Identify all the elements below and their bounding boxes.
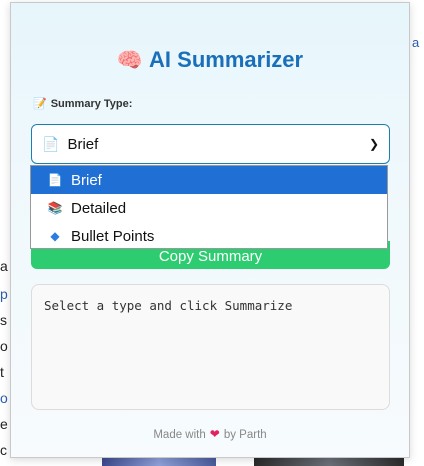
bg-text: o [0, 390, 8, 406]
bg-image [102, 458, 216, 466]
selected-value: Brief [67, 135, 99, 153]
bg-image [254, 458, 404, 466]
title-text: AI Summarizer [149, 47, 304, 72]
document-icon: 📄 [42, 135, 60, 152]
heart-icon: ❤ [209, 427, 220, 441]
option-bullet-points[interactable]: ◆ Bullet Points [31, 222, 387, 250]
background-images [98, 458, 418, 466]
summary-type-select[interactable]: 📄 Brief ❯ [31, 124, 390, 164]
bg-text: c [0, 442, 7, 458]
output-text: Select a type and click Summarize [44, 298, 293, 313]
option-label: Detailed [71, 199, 127, 217]
summary-type-dropdown: 📄 Brief 📚 Detailed ◆ Bullet Points [30, 165, 388, 249]
background-page-left: a p s o t o e c [0, 0, 10, 466]
summary-output[interactable]: Select a type and click Summarize [31, 284, 390, 410]
page-title: 🧠 AI Summarizer [11, 47, 409, 73]
copy-button-label: Copy Summary [158, 248, 263, 265]
bg-text: a [0, 258, 8, 274]
option-label: Brief [71, 171, 102, 189]
books-icon: 📚 [47, 201, 63, 215]
bg-text: s [0, 312, 7, 328]
background-page-right: a [412, 0, 424, 466]
footer-prefix: Made with [153, 429, 206, 441]
bg-text: e [0, 416, 8, 432]
option-label: Bullet Points [71, 227, 155, 245]
document-icon: 📄 [47, 173, 63, 187]
blue-diamond-icon: ◆ [50, 229, 60, 243]
summary-type-label-text: Summary Type: [50, 98, 133, 110]
summary-type-label: 📝 Summary Type: [33, 97, 132, 110]
chevron-down-icon: ❯ [368, 137, 379, 151]
option-detailed[interactable]: 📚 Detailed [31, 194, 387, 222]
footer: Made with ❤ by Parth [11, 427, 409, 441]
bg-text: p [0, 286, 8, 302]
pencil-icon: 📝 [33, 98, 47, 110]
bg-text: t [0, 364, 4, 380]
option-brief[interactable]: 📄 Brief [31, 166, 387, 194]
brain-icon: 🧠 [116, 49, 144, 72]
footer-suffix: by Parth [223, 429, 267, 441]
bg-link-text: a [412, 35, 420, 50]
bg-text: o [0, 338, 8, 354]
